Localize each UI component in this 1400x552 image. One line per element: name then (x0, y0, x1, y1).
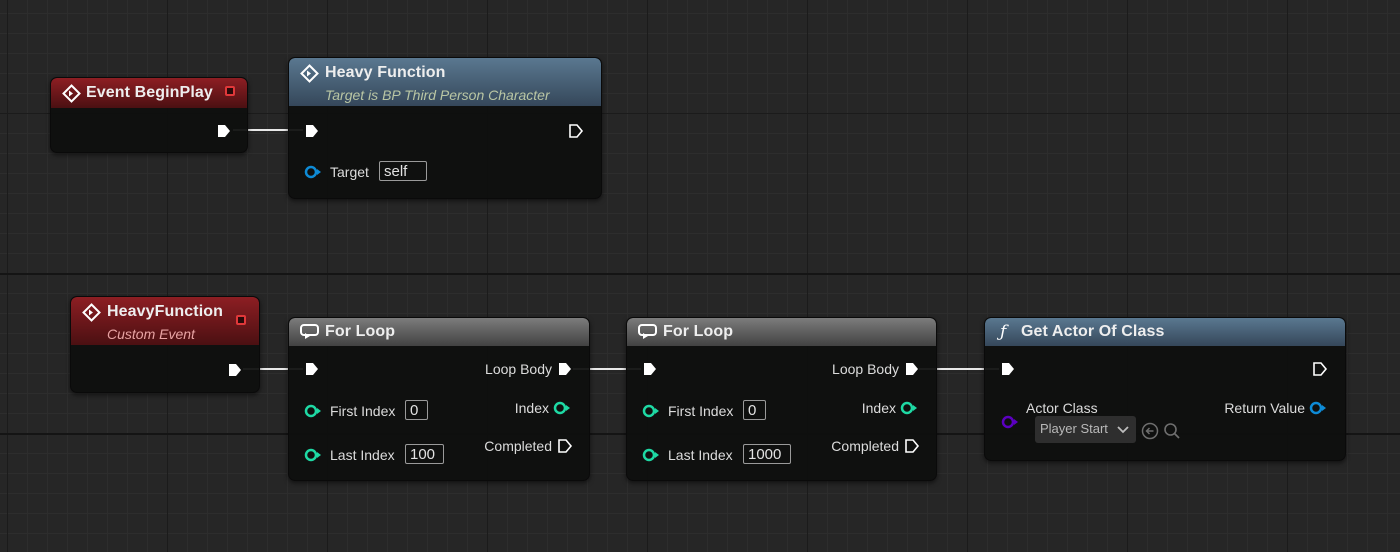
last-index-label: Last Index (330, 447, 395, 463)
event-diamond-icon (62, 84, 81, 103)
first-index-int-pin[interactable] (642, 404, 660, 418)
node-title: Event BeginPlay (86, 84, 213, 101)
exec-in-pin[interactable] (642, 361, 658, 377)
first-index-label: First Index (330, 403, 396, 419)
search-icon[interactable] (1163, 422, 1181, 440)
index-int-pin[interactable] (900, 401, 918, 415)
return-value-object-pin[interactable] (1309, 401, 1327, 415)
chevron-down-icon (1117, 426, 1129, 434)
first-index-value-box[interactable]: 0 (405, 400, 428, 420)
last-index-value-box[interactable]: 100 (405, 444, 444, 464)
first-index-value-box[interactable]: 0 (743, 400, 766, 420)
node-title: HeavyFunction (107, 303, 223, 320)
first-index-label: First Index (668, 403, 734, 419)
node-title: Heavy Function (325, 64, 446, 81)
heavyfunction-custom-event-node[interactable]: HeavyFunction Custom Event (70, 296, 260, 393)
last-index-int-pin[interactable] (304, 448, 322, 462)
last-index-value-box[interactable]: 1000 (743, 444, 791, 464)
loop-icon (300, 324, 319, 339)
index-label: Index (514, 400, 549, 416)
get-actor-of-class-node[interactable]: ƒ Get Actor Of Class Actor Class Player … (984, 317, 1346, 461)
loop-icon (638, 324, 657, 339)
event-diamond-icon (82, 303, 101, 322)
event-diamond-icon (300, 64, 319, 83)
exec-out-pin[interactable] (568, 123, 584, 139)
node-subtitle: Custom Event (107, 326, 195, 342)
function-f-icon: ƒ (1000, 322, 1007, 342)
return-value-label: Return Value (1224, 400, 1305, 416)
exec-in-pin[interactable] (304, 361, 320, 377)
node-title: Get Actor Of Class (1021, 323, 1165, 340)
completed-exec-pin[interactable] (904, 438, 920, 454)
exec-out-pin[interactable] (216, 123, 232, 139)
heavy-function-call-node[interactable]: Heavy Function Target is BP Third Person… (288, 57, 602, 199)
exec-in-pin[interactable] (1000, 361, 1016, 377)
loop-body-exec-pin[interactable] (904, 361, 920, 377)
delegate-pin[interactable] (236, 315, 246, 325)
last-index-label: Last Index (668, 447, 733, 463)
actor-class-dropdown[interactable]: Player Start (1035, 416, 1136, 443)
index-label: Index (861, 400, 896, 416)
event-beginplay-node[interactable]: Event BeginPlay (50, 77, 248, 153)
exec-out-pin[interactable] (1312, 361, 1328, 377)
target-label: Target (330, 164, 369, 180)
actor-class-label: Actor Class (1026, 400, 1098, 416)
exec-out-pin[interactable] (227, 362, 243, 378)
node-subtitle: Target is BP Third Person Character (325, 87, 550, 103)
exec-in-pin[interactable] (304, 123, 320, 139)
node-title: For Loop (325, 323, 396, 340)
target-value-box[interactable]: self (379, 161, 427, 181)
index-int-pin[interactable] (553, 401, 571, 415)
delegate-pin[interactable] (225, 86, 235, 96)
for-loop-node-1[interactable]: For Loop Loop Body First Index 0 Index C… (288, 317, 590, 481)
actor-class-value: Player Start (1040, 421, 1108, 436)
target-object-pin[interactable] (304, 165, 322, 179)
completed-exec-pin[interactable] (557, 438, 573, 454)
completed-label: Completed (831, 438, 899, 454)
loop-body-label: Loop Body (485, 361, 552, 377)
first-index-int-pin[interactable] (304, 404, 322, 418)
loop-body-exec-pin[interactable] (557, 361, 573, 377)
actor-class-pin[interactable] (1001, 415, 1019, 429)
last-index-int-pin[interactable] (642, 448, 660, 462)
for-loop-node-2[interactable]: For Loop Loop Body First Index 0 Index C… (626, 317, 937, 481)
completed-label: Completed (484, 438, 552, 454)
loop-body-label: Loop Body (832, 361, 899, 377)
node-title: For Loop (663, 323, 734, 340)
browse-arrow-icon[interactable] (1141, 422, 1159, 440)
